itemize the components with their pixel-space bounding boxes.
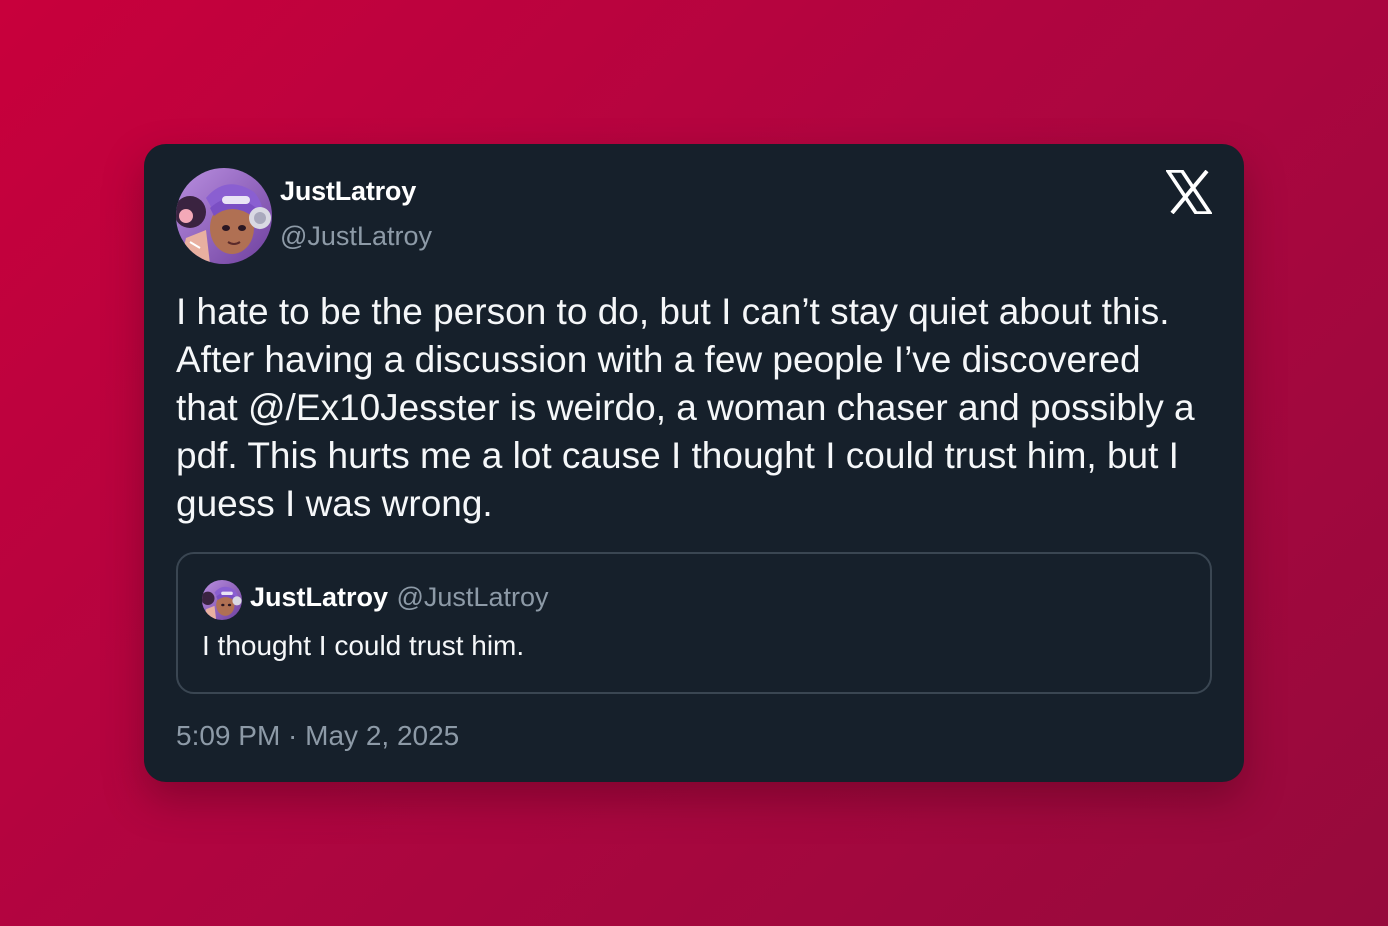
- quoted-avatar-image: [202, 580, 242, 620]
- tweet-timestamp[interactable]: 5:09 PM · May 2, 2025: [176, 720, 459, 752]
- tweet-card: JustLatroy @JustLatroy I hate to be the …: [144, 144, 1244, 782]
- author-avatar[interactable]: [176, 168, 272, 264]
- quoted-author-name[interactable]: JustLatroy: [250, 582, 388, 612]
- avatar-image: [176, 168, 272, 264]
- author-handle[interactable]: @JustLatroy: [280, 221, 432, 252]
- quoted-author-avatar[interactable]: [202, 580, 242, 620]
- tweet-text: I hate to be the person to do, but I can…: [176, 291, 1195, 524]
- quoted-text: I thought I could trust him.: [202, 630, 525, 661]
- quoted-header: JustLatroy @JustLatroy: [250, 582, 548, 613]
- author-name[interactable]: JustLatroy: [280, 176, 416, 207]
- quoted-author-handle[interactable]: @JustLatroy: [397, 582, 549, 612]
- quoted-tweet[interactable]: JustLatroy @JustLatroy I thought I could…: [176, 552, 1212, 694]
- x-logo-icon[interactable]: [1164, 169, 1214, 215]
